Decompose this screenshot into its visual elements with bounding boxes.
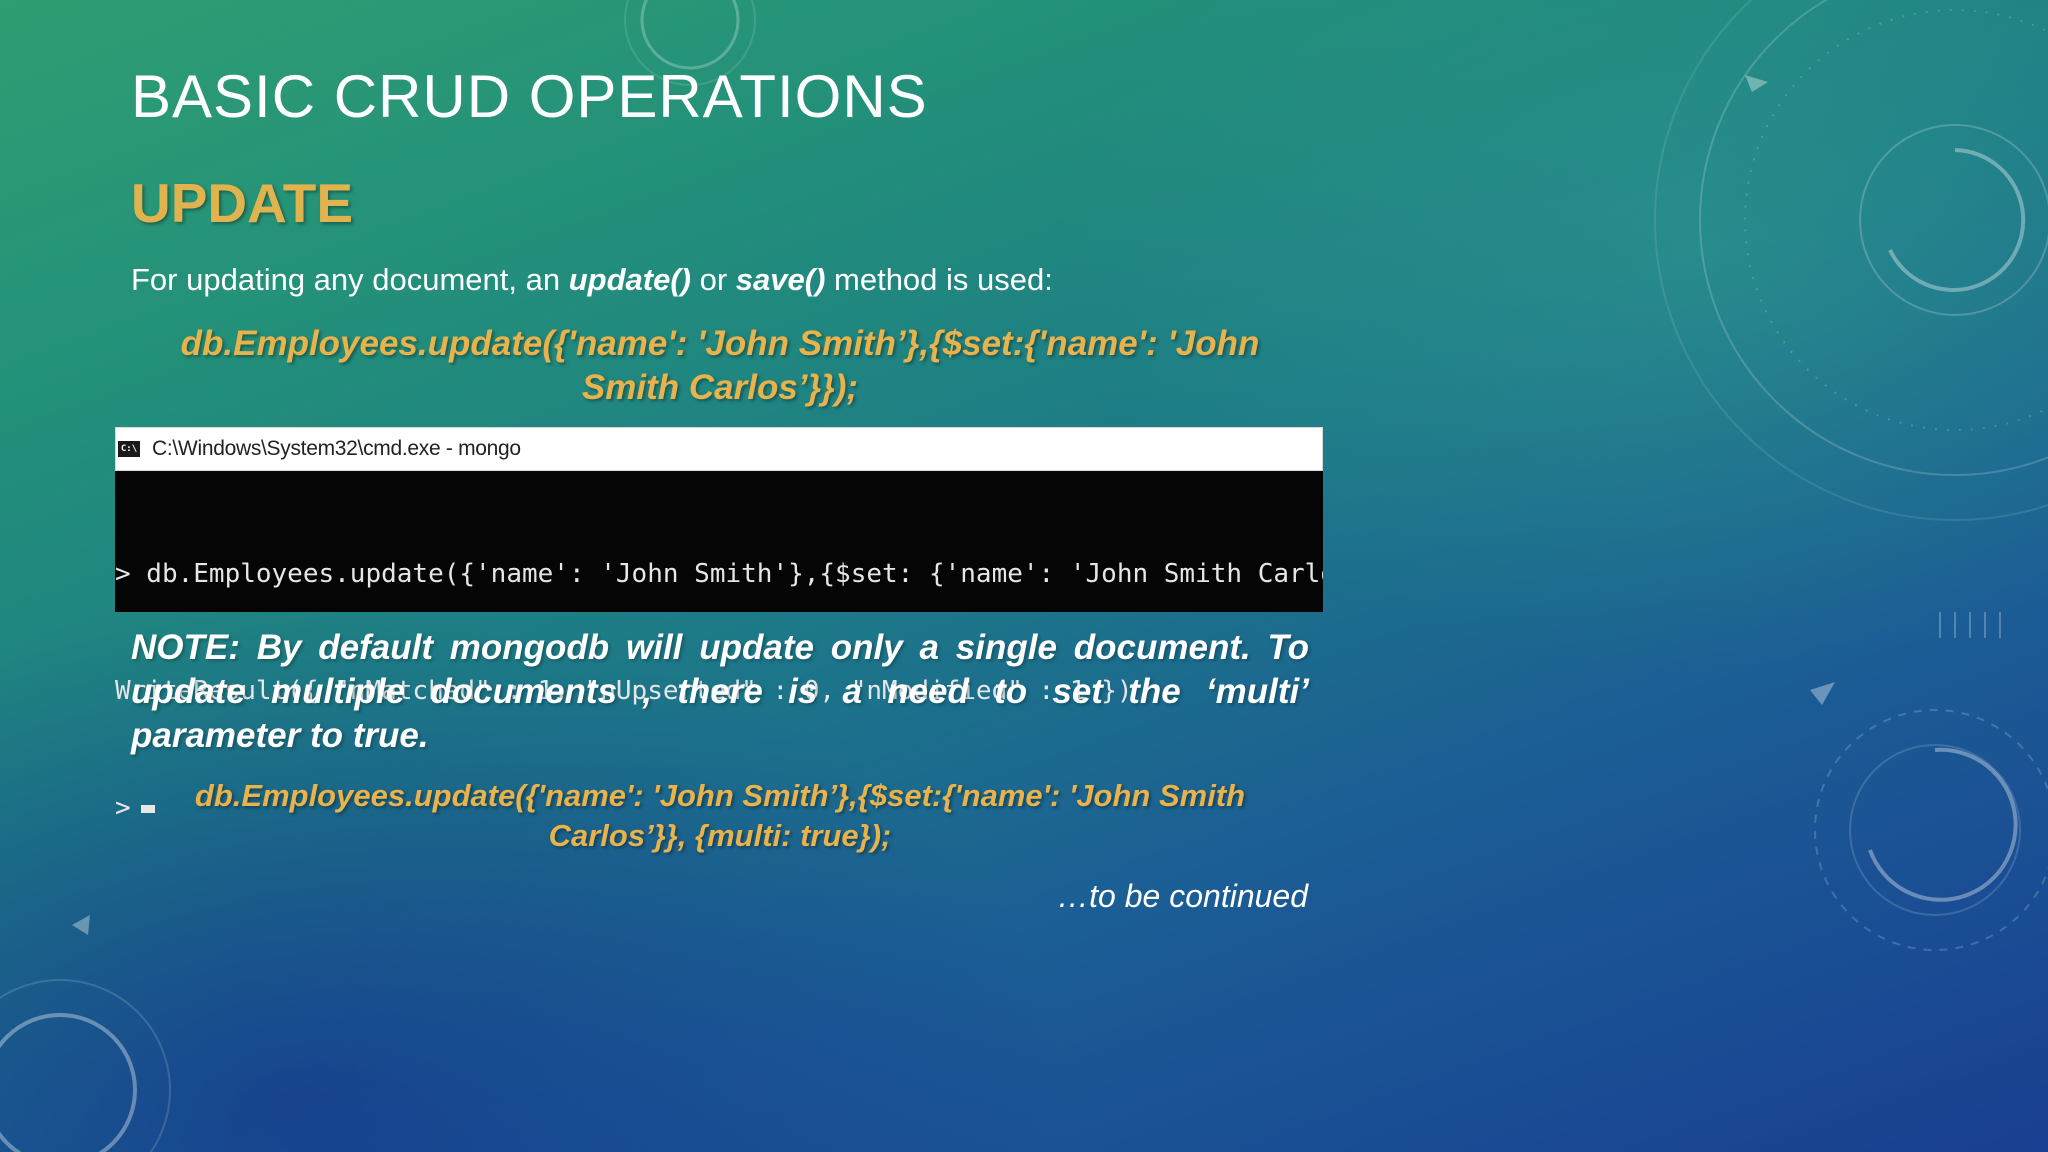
- section-heading: UPDATE: [131, 172, 354, 234]
- terminal-window-title: C:\Windows\System32\cmd.exe - mongo: [152, 437, 521, 460]
- cmd-icon: C:\: [118, 441, 140, 457]
- note-text: NOTE: By default mongodb will update onl…: [131, 628, 1309, 755]
- code-line: db.Employees.update({'name': 'John Smith…: [194, 778, 1246, 813]
- code-line: Smith Carlos’}});: [581, 368, 859, 407]
- code-example-update: db.Employees.update({'name': 'John Smith…: [131, 322, 1309, 410]
- intro-prefix: For updating any document, an: [131, 262, 569, 297]
- code-line: Carlos’}}, {multi: true});: [548, 818, 892, 853]
- terminal-screenshot: C:\ C:\Windows\System32\cmd.exe - mongo …: [115, 427, 1323, 823]
- terminal-prompt: >: [115, 793, 131, 823]
- slide-title: BASIC CRUD OPERATIONS: [131, 63, 928, 130]
- code-example-multi-update: db.Employees.update({'name': 'John Smith…: [131, 776, 1309, 856]
- save-method-label: save(): [735, 262, 826, 297]
- terminal-titlebar: C:\ C:\Windows\System32\cmd.exe - mongo: [115, 427, 1323, 471]
- to-be-continued-text: …to be continued: [1057, 878, 1308, 914]
- code-line: db.Employees.update({'name': 'John Smith…: [180, 324, 1260, 363]
- intro-suffix: method is used:: [825, 262, 1053, 297]
- update-method-label: update(): [568, 262, 691, 297]
- terminal-line: > db.Employees.update({'name': 'John Smi…: [115, 559, 1323, 589]
- intro-middle: or: [691, 262, 736, 297]
- intro-text: For updating any document, an update() o…: [131, 262, 1053, 298]
